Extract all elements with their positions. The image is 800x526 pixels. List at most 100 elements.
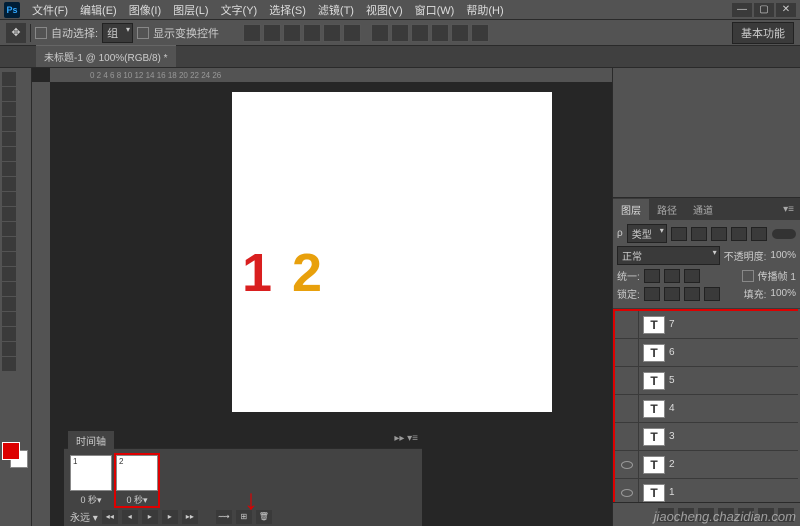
layer-row[interactable]: T 3	[615, 423, 798, 451]
play-button[interactable]: ▸	[142, 510, 158, 524]
align-btn[interactable]	[343, 24, 361, 42]
lock-btn[interactable]	[704, 287, 720, 301]
pen-tool[interactable]	[2, 282, 16, 296]
filter-smart-icon[interactable]	[751, 227, 767, 241]
type-tool[interactable]	[2, 297, 16, 311]
minimize-button[interactable]: —	[732, 3, 752, 17]
zoom-tool[interactable]	[2, 357, 16, 371]
layer-row[interactable]: T 4	[615, 395, 798, 423]
paths-tab[interactable]: 路径	[649, 199, 685, 220]
canvas[interactable]: 1 2	[232, 92, 552, 412]
group-icon[interactable]	[738, 508, 754, 522]
dist-btn[interactable]	[471, 24, 489, 42]
auto-select-checkbox[interactable]	[35, 27, 47, 39]
move-tool[interactable]	[2, 72, 16, 86]
eyedropper-tool[interactable]	[2, 147, 16, 161]
prev-frame-button[interactable]: ◂	[122, 510, 138, 524]
link-layers-icon[interactable]	[658, 508, 674, 522]
layer-row[interactable]: T 6	[615, 339, 798, 367]
filter-pixel-icon[interactable]	[671, 227, 687, 241]
lasso-tool[interactable]	[2, 102, 16, 116]
frame-delay[interactable]: 0 秒▾	[116, 493, 158, 506]
menu-select[interactable]: 选择(S)	[263, 0, 312, 20]
unify-btn[interactable]	[664, 269, 680, 283]
visibility-toggle[interactable]	[615, 367, 639, 394]
gradient-tool[interactable]	[2, 237, 16, 251]
layers-tab[interactable]: 图层	[613, 199, 649, 220]
document-tab[interactable]: 未标题-1 @ 100%(RGB/8) *	[36, 45, 176, 67]
auto-select-dropdown[interactable]: 组	[102, 23, 133, 43]
visibility-toggle[interactable]	[615, 339, 639, 366]
maximize-button[interactable]: ▢	[754, 3, 774, 17]
timeline-collapse[interactable]: ▸▸ ▾≡	[394, 433, 418, 444]
lock-btn[interactable]	[684, 287, 700, 301]
marquee-tool[interactable]	[2, 87, 16, 101]
align-btn[interactable]	[303, 24, 321, 42]
align-btn[interactable]	[243, 24, 261, 42]
layer-fx-icon[interactable]	[678, 508, 694, 522]
show-transform-checkbox[interactable]	[137, 27, 149, 39]
foreground-color-swatch[interactable]	[2, 442, 20, 460]
adjustment-layer-icon[interactable]	[718, 508, 734, 522]
menu-layer[interactable]: 图层(L)	[167, 0, 214, 20]
dist-btn[interactable]	[451, 24, 469, 42]
layer-mask-icon[interactable]	[698, 508, 714, 522]
path-tool[interactable]	[2, 312, 16, 326]
eraser-tool[interactable]	[2, 222, 16, 236]
filter-type-icon[interactable]	[711, 227, 727, 241]
first-frame-button[interactable]: ◂◂	[102, 510, 118, 524]
layer-row[interactable]: T 2	[615, 451, 798, 479]
crop-tool[interactable]	[2, 132, 16, 146]
visibility-toggle[interactable]	[615, 311, 639, 338]
dist-btn[interactable]	[411, 24, 429, 42]
wand-tool[interactable]	[2, 117, 16, 131]
loop-dropdown[interactable]: 永远 ▾	[70, 509, 98, 524]
menu-edit[interactable]: 编辑(E)	[74, 0, 123, 20]
filter-kind-dropdown[interactable]: 类型	[627, 224, 667, 243]
filter-toggle[interactable]	[772, 229, 796, 239]
delete-layer-icon[interactable]	[778, 508, 794, 522]
lock-btn[interactable]	[664, 287, 680, 301]
visibility-toggle[interactable]	[615, 423, 639, 450]
align-btn[interactable]	[323, 24, 341, 42]
next-frame-button[interactable]: ▸	[162, 510, 178, 524]
heal-tool[interactable]	[2, 162, 16, 176]
filter-shape-icon[interactable]	[731, 227, 747, 241]
filter-adjust-icon[interactable]	[691, 227, 707, 241]
move-tool-icon[interactable]: ✥	[6, 23, 26, 43]
menu-type[interactable]: 文字(Y)	[215, 0, 264, 20]
unify-btn[interactable]	[644, 269, 660, 283]
frame-delay[interactable]: 0 秒▾	[70, 493, 112, 506]
layer-row[interactable]: T 7	[615, 311, 798, 339]
menu-help[interactable]: 帮助(H)	[460, 0, 509, 20]
align-btn[interactable]	[283, 24, 301, 42]
menu-image[interactable]: 图像(I)	[123, 0, 167, 20]
workspace-switcher[interactable]: 基本功能	[732, 22, 794, 44]
stamp-tool[interactable]	[2, 192, 16, 206]
propagate-checkbox[interactable]	[742, 270, 754, 282]
channels-tab[interactable]: 通道	[685, 199, 721, 220]
dodge-tool[interactable]	[2, 267, 16, 281]
dist-btn[interactable]	[391, 24, 409, 42]
dist-btn[interactable]	[371, 24, 389, 42]
timeline-frame[interactable]: 2 0 秒▾	[116, 455, 158, 506]
dist-btn[interactable]	[431, 24, 449, 42]
new-layer-icon[interactable]	[758, 508, 774, 522]
blur-tool[interactable]	[2, 252, 16, 266]
unify-btn[interactable]	[684, 269, 700, 283]
menu-view[interactable]: 视图(V)	[360, 0, 409, 20]
last-frame-button[interactable]: ▸▸	[182, 510, 198, 524]
blend-mode-dropdown[interactable]: 正常	[617, 246, 720, 265]
lock-btn[interactable]	[644, 287, 660, 301]
close-button[interactable]: ✕	[776, 3, 796, 17]
delete-frame-button[interactable]: 🗑	[256, 510, 272, 524]
hand-tool[interactable]	[2, 342, 16, 356]
visibility-toggle[interactable]	[615, 395, 639, 422]
menu-window[interactable]: 窗口(W)	[409, 0, 461, 20]
align-btn[interactable]	[263, 24, 281, 42]
visibility-toggle[interactable]	[615, 451, 639, 478]
menu-file[interactable]: 文件(F)	[26, 0, 74, 20]
timeline-tab[interactable]: 时间轴	[68, 431, 114, 450]
opacity-value[interactable]: 100%	[770, 250, 796, 261]
new-frame-button[interactable]: ⊞	[236, 510, 252, 524]
